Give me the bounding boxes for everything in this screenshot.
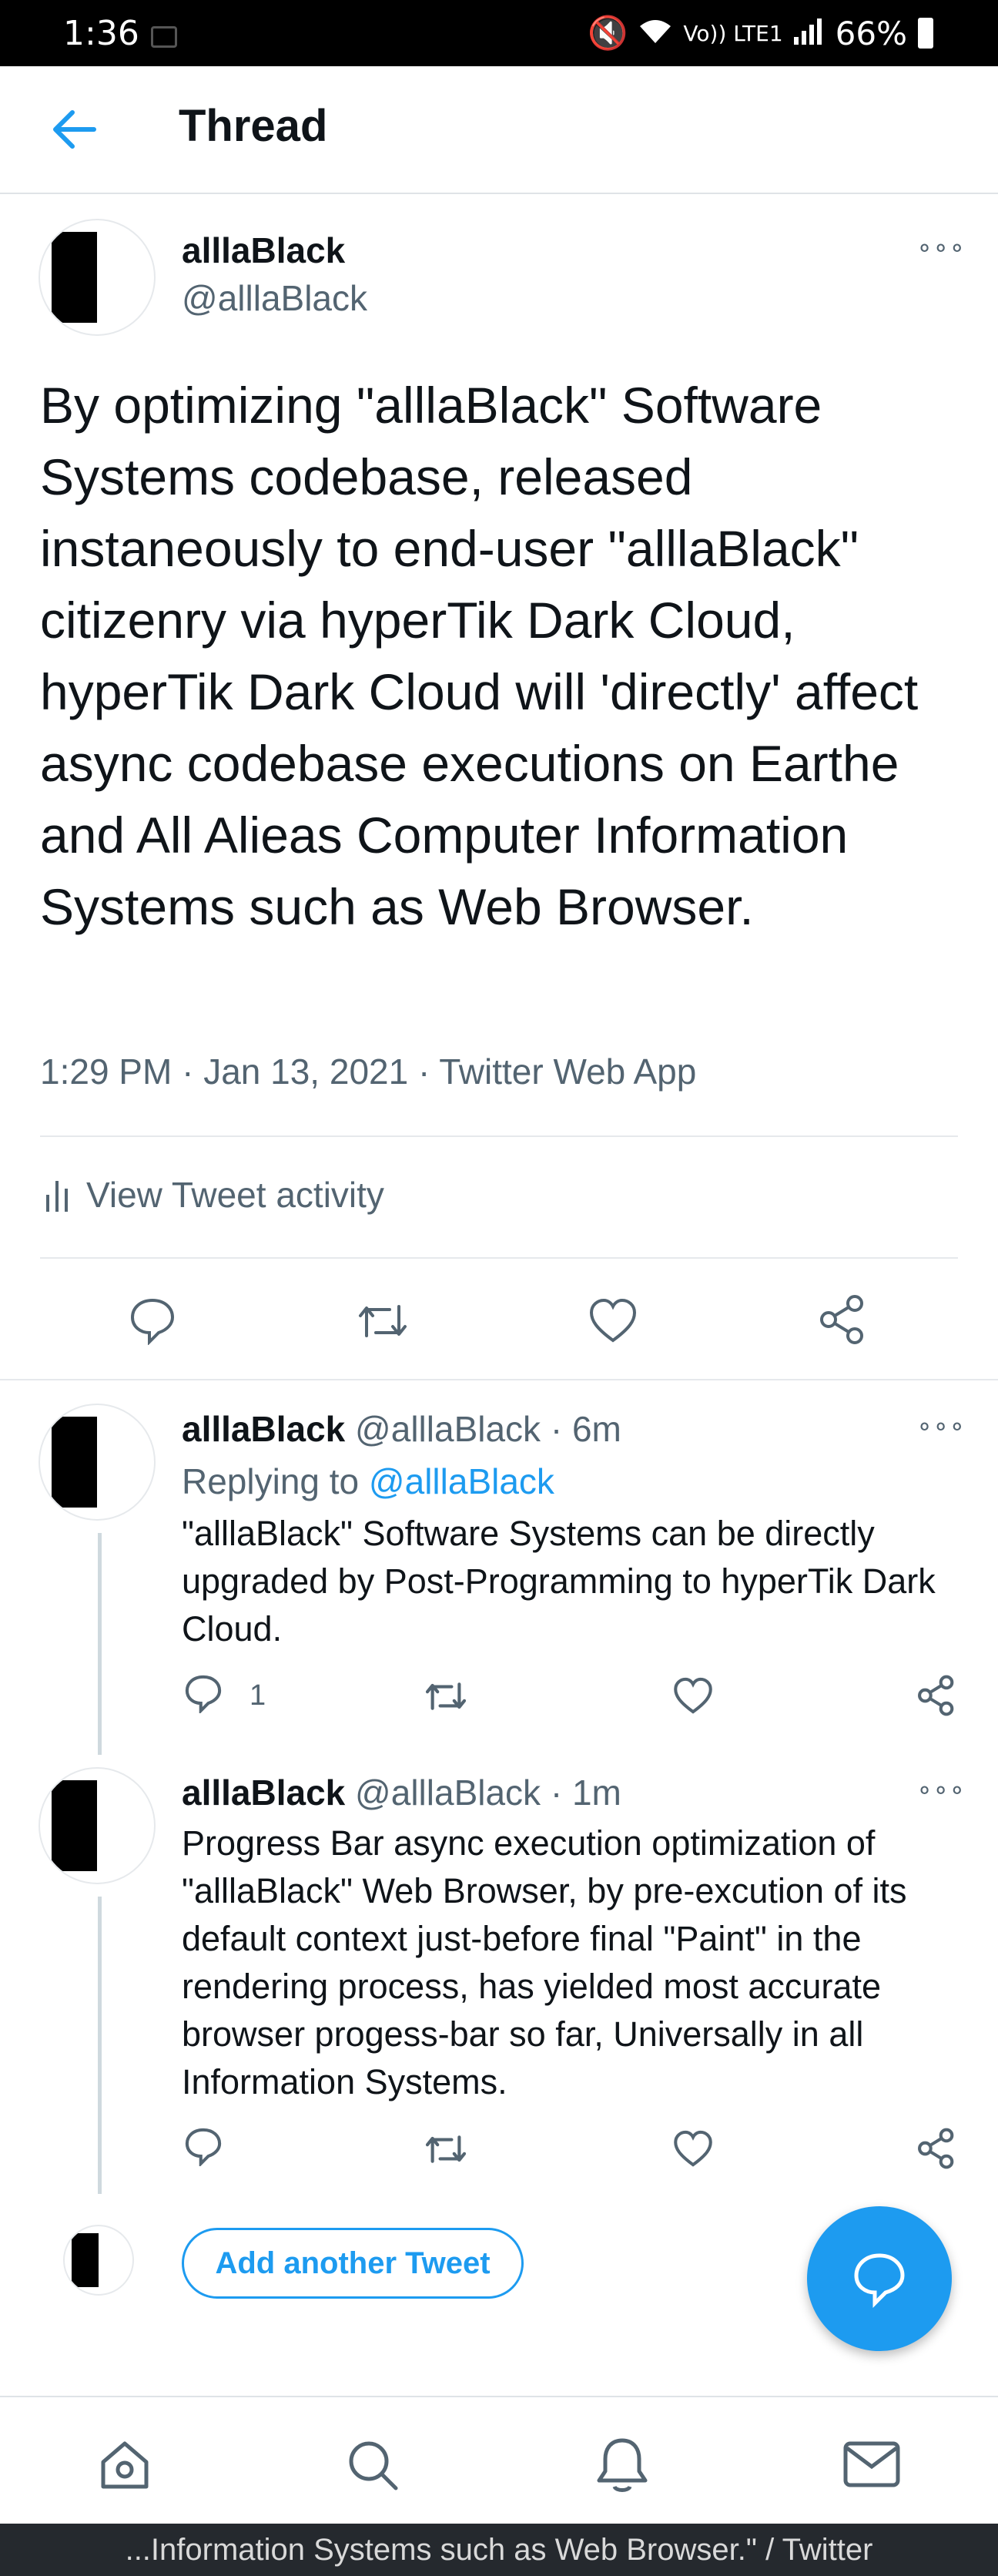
divider [40,1135,958,1137]
thread-line [98,1897,102,2194]
tweet-meta: 1:29 PM · Jan 13, 2021 · Twitter Web App [40,1052,697,1092]
reply-icon[interactable] [183,1673,223,1717]
avatar [63,2225,134,2296]
replying-handle-link[interactable]: @alllaBlack [369,1461,554,1501]
reply-author-handle[interactable]: @alllaBlack [355,1773,541,1813]
retweet-icon[interactable] [424,2131,468,2172]
battery-icon [918,18,933,49]
compose-icon [854,2253,905,2309]
page-title: Thread [179,101,328,151]
reply-author-handle[interactable]: @alllaBlack [355,1409,541,1449]
reply-header[interactable]: alllaBlack @alllaBlack · 6m [182,1408,621,1450]
status-time: 1:36 [63,14,139,53]
gallery-notification-icon [151,26,177,48]
reply-icon[interactable] [128,1296,177,1349]
view-activity-link[interactable]: View Tweet activity [46,1174,384,1216]
like-icon[interactable] [673,2129,713,2172]
retweet-icon[interactable] [424,1678,468,1719]
like-icon[interactable] [588,1297,638,1347]
avatar[interactable] [39,1767,156,1884]
more-icon[interactable]: ⚬⚬⚬ [915,1778,966,1805]
bottom-nav [0,2396,998,2524]
mute-icon: 🔇 [588,14,628,52]
divider [0,1379,998,1380]
network-label: Vo)) LTE1 [683,20,783,46]
thread-line [98,1533,102,1755]
back-arrow-icon[interactable] [48,106,102,153]
wifi-icon [638,15,672,52]
share-icon[interactable] [916,1675,956,1720]
notifications-icon[interactable] [594,2436,650,2498]
tweet-text: By optimizing "alllaBlack" Software Syst… [40,377,919,935]
share-icon[interactable] [916,2128,956,2173]
signal-icon [793,15,825,52]
reply-header[interactable]: alllaBlack @alllaBlack · 1m [182,1772,621,1813]
reply-text: Progress Bar async execution optimizatio… [182,1823,907,2101]
reply-time: · 1m [550,1773,621,1813]
reply-icon[interactable] [183,2126,223,2170]
messages-icon[interactable] [842,2439,901,2494]
reply-author-name[interactable]: alllaBlack [182,1773,345,1813]
share-icon[interactable] [818,1294,867,1349]
reply-time: · 6m [550,1409,621,1449]
add-another-tweet-button[interactable]: Add another Tweet [182,2228,524,2299]
recent-apps-title: ...Information Systems such as Web Brows… [0,2524,998,2576]
activity-label: View Tweet activity [86,1175,384,1215]
author-name[interactable]: alllaBlack [182,230,345,271]
replying-to: Replying to @alllaBlack [182,1461,554,1502]
replying-prefix: Replying to [182,1461,360,1501]
compose-button[interactable] [807,2206,952,2351]
status-icons: 🔇 Vo)) LTE1 66% [588,14,933,52]
reply-author-name[interactable]: alllaBlack [182,1409,345,1449]
retweet-icon[interactable] [356,1299,410,1347]
activity-bars-icon [46,1178,68,1212]
author-handle[interactable]: @alllaBlack [182,277,367,319]
like-icon[interactable] [673,1676,713,1719]
more-icon[interactable]: ⚬⚬⚬ [915,236,966,263]
more-icon[interactable]: ⚬⚬⚬ [915,1414,966,1441]
reply-count: 1 [250,1679,266,1712]
status-bar: 1:36 🔇 Vo)) LTE1 66% [0,0,998,66]
search-icon[interactable] [345,2437,400,2497]
app-bar: Thread [0,66,998,194]
reply-text: "alllaBlack" Software Systems can be dir… [182,1514,936,1649]
divider [40,1257,958,1259]
avatar[interactable] [39,1404,156,1521]
home-icon[interactable] [97,2437,152,2497]
avatar[interactable] [39,219,156,336]
battery-percent: 66% [835,14,907,52]
